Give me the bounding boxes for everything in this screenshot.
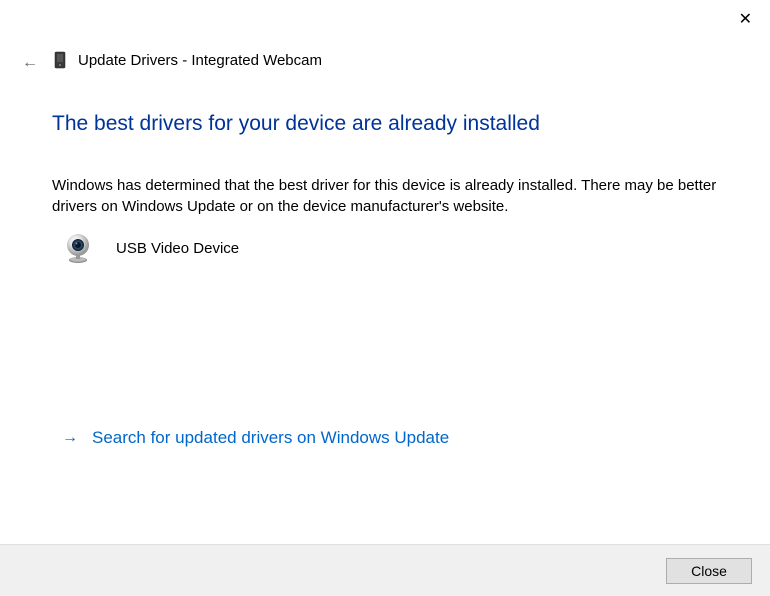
bottom-toolbar: Close [0,544,770,596]
close-button[interactable]: Close [666,558,752,584]
body-message: Windows has determined that the best dri… [52,175,718,217]
back-arrow-icon[interactable]: ← [22,54,38,72]
dialog-header: Update Drivers - Integrated Webcam [52,48,322,72]
windows-update-link-text: Search for updated drivers on Windows Up… [92,428,449,448]
device-name-label: USB Video Device [116,240,239,257]
device-row: USB Video Device [62,232,239,264]
page-heading: The best drivers for your device are alr… [52,112,540,136]
arrow-right-icon: → [62,429,78,447]
webcam-icon [62,232,94,264]
close-icon[interactable]: ✕ [739,12,752,28]
windows-update-link[interactable]: → Search for updated drivers on Windows … [62,428,449,448]
dialog-title: Update Drivers - Integrated Webcam [78,52,322,69]
device-icon [52,48,68,72]
